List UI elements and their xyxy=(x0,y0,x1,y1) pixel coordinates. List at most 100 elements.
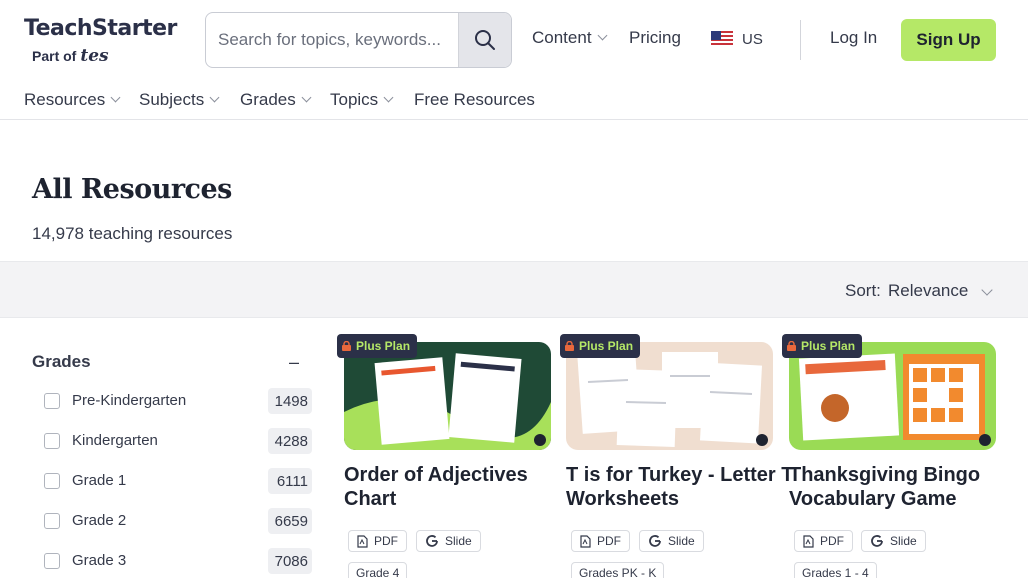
checkbox[interactable] xyxy=(44,513,60,529)
thumbnail-image xyxy=(344,353,551,450)
us-flag-icon[interactable] xyxy=(711,31,733,47)
top-header: TeachStarter Part oftes Content Pricing … xyxy=(0,0,1028,80)
search-button[interactable] xyxy=(458,13,511,67)
nav-item-resources[interactable]: Resources xyxy=(24,90,121,110)
checkbox[interactable] xyxy=(44,473,60,489)
resource-title[interactable]: T is for Turkey - Letter T Worksheets xyxy=(566,463,796,511)
badge-label: Plus Plan xyxy=(356,339,411,353)
collapse-icon[interactable]: – xyxy=(289,352,299,373)
format-tag-slide: Slide xyxy=(639,530,704,552)
pdf-icon xyxy=(580,534,591,548)
checkbox[interactable] xyxy=(44,553,60,569)
grade-tag: Grades 1 - 4 xyxy=(794,562,877,578)
search-icon xyxy=(475,30,495,50)
signup-button[interactable]: Sign Up xyxy=(901,19,996,61)
format-tag-pdf: PDF xyxy=(348,530,407,552)
plus-plan-badge: Plus Plan xyxy=(782,334,863,358)
sort-bar: Sort: Relevance xyxy=(0,261,1028,318)
chevron-down-icon xyxy=(209,92,220,103)
filter-option[interactable]: Grade 2 6659 xyxy=(44,507,312,535)
logo-subline: Part of tes xyxy=(32,46,109,66)
nav-item-grades[interactable]: Grades xyxy=(240,90,312,110)
main-nav: Resources Subjects Grades Topics Free Re… xyxy=(0,80,1028,120)
format-tag-pdf: PDF xyxy=(794,530,853,552)
lock-icon xyxy=(342,341,351,351)
thumbnail-image xyxy=(577,352,768,447)
pricing-link[interactable]: Pricing xyxy=(629,28,681,48)
filter-option-count: 6111 xyxy=(268,468,312,494)
nav-item-label: Grades xyxy=(240,90,296,109)
chevron-down-icon xyxy=(597,30,607,41)
format-label: Slide xyxy=(890,534,917,548)
format-label: Slide xyxy=(445,534,472,548)
content-menu[interactable]: Content xyxy=(532,28,607,48)
filter-option-count: 6659 xyxy=(268,508,312,534)
filter-option-label: Pre-Kindergarten xyxy=(72,392,187,409)
pdf-icon xyxy=(803,534,814,548)
search-box xyxy=(205,12,512,68)
page-title: All Resources xyxy=(32,174,232,205)
filter-option[interactable]: Grade 3 7086 xyxy=(44,547,312,575)
filter-option[interactable]: Grade 1 6111 xyxy=(44,467,312,495)
format-label: PDF xyxy=(374,534,398,548)
sort-select[interactable]: Relevance xyxy=(888,281,968,301)
filter-option-count: 4288 xyxy=(268,428,312,454)
header-divider xyxy=(800,20,801,60)
grade-tag: Grade 4 xyxy=(348,562,408,578)
resource-thumbnail[interactable] xyxy=(566,342,773,450)
chevron-down-icon xyxy=(110,92,121,103)
region-selector[interactable]: US xyxy=(742,31,763,48)
filter-option-label: Grade 1 xyxy=(72,472,127,489)
search-input[interactable] xyxy=(218,13,458,67)
nav-item-free-resources[interactable]: Free Resources xyxy=(414,90,535,110)
badge-label: Plus Plan xyxy=(801,339,856,353)
format-label: Slide xyxy=(668,534,695,548)
filter-option-count: 7086 xyxy=(268,548,312,574)
format-tag-slide: Slide xyxy=(416,530,481,552)
lock-icon xyxy=(787,341,796,351)
tes-logo: tes xyxy=(80,46,109,66)
pdf-icon xyxy=(357,534,368,548)
filter-option-label: Kindergarten xyxy=(72,432,158,449)
filter-option-label: Grade 2 xyxy=(72,512,127,529)
chevron-down-icon xyxy=(301,92,312,103)
plus-plan-badge: Plus Plan xyxy=(337,334,418,358)
nav-item-topics[interactable]: Topics xyxy=(330,90,394,110)
google-icon xyxy=(649,535,661,547)
teachstarter-logo[interactable]: TeachStarter Part of tes xyxy=(24,16,189,66)
resource-count: 14,978 teaching resources xyxy=(32,224,233,243)
grade-tag: Grades PK - K xyxy=(571,562,665,578)
resource-thumbnail[interactable] xyxy=(789,342,996,450)
filter-option[interactable]: Pre-Kindergarten 1498 xyxy=(44,387,312,415)
lock-icon xyxy=(565,341,574,351)
checkbox[interactable] xyxy=(44,433,60,449)
checkbox[interactable] xyxy=(44,393,60,409)
filter-option-count: 1498 xyxy=(268,388,312,414)
chevron-down-icon[interactable] xyxy=(981,284,993,296)
badge-label: Plus Plan xyxy=(579,339,634,353)
nav-item-subjects[interactable]: Subjects xyxy=(139,90,220,110)
filter-heading-grades[interactable]: Grades xyxy=(32,352,304,372)
google-icon xyxy=(871,535,883,547)
chevron-down-icon xyxy=(383,92,394,103)
logo-wordmark: TeachStarter xyxy=(24,16,177,41)
google-icon xyxy=(426,535,438,547)
resource-title[interactable]: Order of Adjectives Chart xyxy=(344,463,574,511)
resource-thumbnail[interactable] xyxy=(344,342,551,450)
format-tag-pdf: PDF xyxy=(571,530,630,552)
content-menu-label: Content xyxy=(532,28,592,47)
format-label: PDF xyxy=(597,534,621,548)
plus-plan-badge: Plus Plan xyxy=(560,334,641,358)
filter-option-label: Grade 3 xyxy=(72,552,127,569)
thumbnail-image xyxy=(798,353,991,446)
resource-title[interactable]: Thanksgiving Bingo Vocabulary Game xyxy=(789,463,1019,511)
nav-item-label: Topics xyxy=(330,90,379,109)
filter-option[interactable]: Kindergarten 4288 xyxy=(44,427,312,455)
logo-sub-prefix: Part of xyxy=(32,48,77,64)
nav-item-label: Resources xyxy=(24,90,106,109)
format-tag-slide: Slide xyxy=(861,530,926,552)
nav-item-label: Subjects xyxy=(139,90,205,109)
login-link[interactable]: Log In xyxy=(830,28,877,48)
sort-label: Sort: xyxy=(845,281,881,300)
format-label: PDF xyxy=(820,534,844,548)
